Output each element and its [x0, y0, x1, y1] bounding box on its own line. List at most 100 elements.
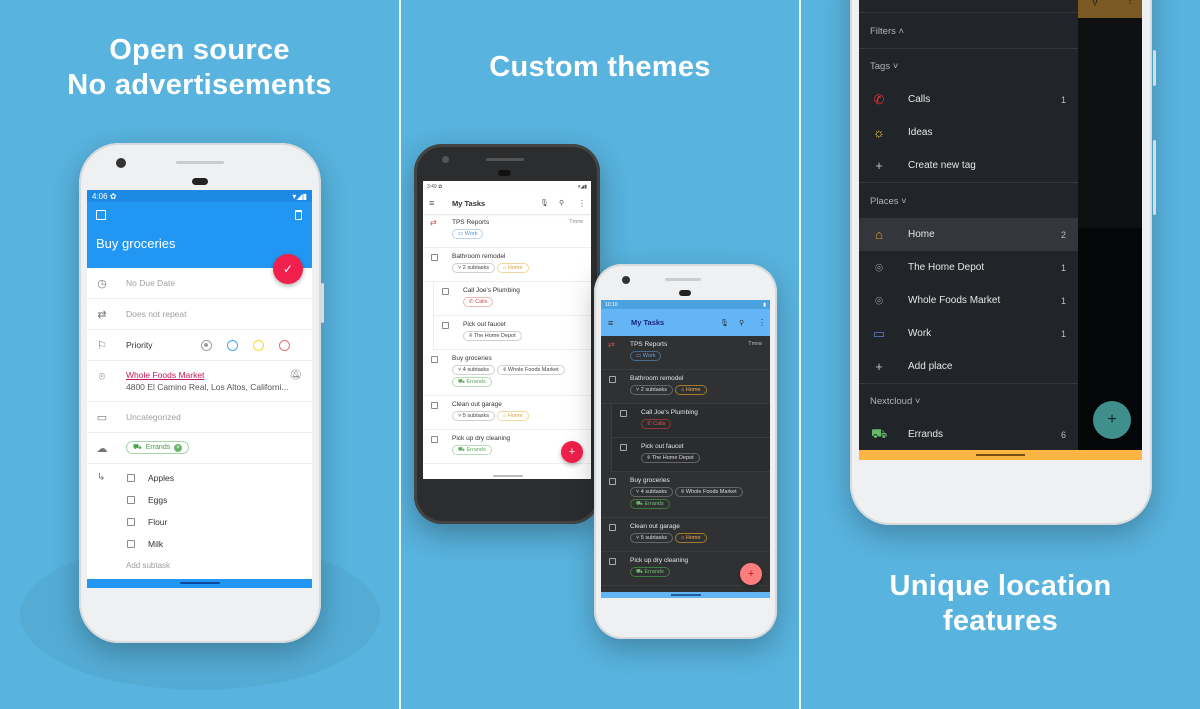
menu-icon[interactable]: ≡	[429, 198, 434, 208]
chip-work[interactable]: ▭ Work	[452, 229, 484, 239]
filters-section-header[interactable]: Filters ˄	[870, 26, 904, 37]
headline-line-2: No advertisements	[67, 69, 332, 101]
priority-high-radio[interactable]	[279, 339, 290, 351]
chip-sub[interactable]: ˅ 5 subtasks	[452, 411, 496, 421]
task-row[interactable]: ⇄ TPS Reports Tmrw ▭ Work	[601, 336, 770, 370]
chip-sub[interactable]: ˅ 2 subtasks	[452, 263, 496, 273]
task-row[interactable]: Clean out garage ˅ 5 subtasks ⌂ Home	[601, 518, 770, 552]
subtask-checkbox[interactable]	[127, 518, 135, 526]
chip-home[interactable]: ⌂ Home	[497, 411, 529, 421]
drawer-item-count: 6	[1060, 429, 1066, 440]
location-row[interactable]: ⌾ Whole Foods Market 4800 El Camino Real…	[87, 361, 312, 402]
drawer-item-calls[interactable]: ✆ Calls 1	[859, 83, 1078, 116]
nextcloud-section-header[interactable]: Nextcloud ˅	[870, 396, 920, 407]
chip-calls[interactable]: ✆ Calls	[463, 297, 494, 307]
chip-sub[interactable]: ˅ 5 subtasks	[630, 533, 674, 543]
priority-medium-radio[interactable]	[253, 339, 264, 351]
task-checkbox[interactable]	[609, 558, 616, 565]
briefcase-icon: ▭	[872, 325, 886, 341]
mic-icon[interactable]: 🎙︎	[540, 199, 549, 207]
drawer-item-whole-foods-market[interactable]: ⌾ Whole Foods Market 1	[859, 284, 1078, 317]
drawer-item-home[interactable]: ⌂ Home 2	[859, 218, 1078, 251]
drawer-item-ideas[interactable]: ☼ Ideas	[859, 116, 1078, 149]
task-row[interactable]: Pick out faucet ⌾ The Home Depot	[433, 316, 591, 350]
priority-low-radio[interactable]	[227, 339, 238, 351]
flag-icon: ⚐	[97, 339, 107, 352]
tags-section-header[interactable]: Tags ˅	[870, 61, 898, 72]
drawer-item-partial[interactable]: ▭	[859, 0, 1078, 12]
more-icon[interactable]: ⋮	[578, 199, 586, 208]
subtask-checkbox[interactable]	[127, 474, 135, 482]
due-date-label: No Due Date	[126, 278, 176, 288]
add-task-button[interactable]: +	[1093, 401, 1131, 439]
chip-errands[interactable]: ⛟ Errands	[452, 445, 492, 455]
chip-errands[interactable]: ⛟ Errands	[630, 499, 670, 509]
task-row[interactable]: Bathroom remodel ˅ 2 subtasks ⌂ Home	[423, 248, 591, 282]
task-row[interactable]: Bathroom remodel ˅ 2 subtasks ⌂ Home	[601, 370, 770, 404]
chip-errands[interactable]: ⛟ Errands	[630, 567, 670, 577]
chip-sub[interactable]: ˅ 4 subtasks	[452, 365, 496, 375]
chip-place[interactable]: ⌾ The Home Depot	[641, 453, 700, 463]
add-subtask-input[interactable]: Add subtask	[126, 561, 170, 570]
location-name[interactable]: Whole Foods Market	[126, 370, 204, 380]
task-checkbox[interactable]	[431, 254, 438, 261]
task-checkbox[interactable]	[431, 436, 438, 443]
chip-home[interactable]: ⌂ Home	[497, 263, 529, 273]
add-task-button[interactable]: +	[561, 441, 583, 463]
task-checkbox[interactable]	[431, 402, 438, 409]
drawer-item-create-new-tag[interactable]: + Create new tag	[859, 149, 1078, 182]
chip-home[interactable]: ⌂ Home	[675, 385, 707, 395]
search-icon[interactable]: ⚲	[559, 199, 564, 207]
drawer-item-errands[interactable]: ⛟ Errands 6	[859, 418, 1078, 451]
chip-place[interactable]: ⌾ The Home Depot	[463, 331, 522, 341]
task-checkbox[interactable]	[442, 288, 449, 295]
task-checkbox[interactable]	[609, 376, 616, 383]
chip-sub[interactable]: ˅ 4 subtasks	[630, 487, 674, 497]
add-task-button[interactable]: +	[740, 563, 762, 585]
task-row[interactable]: Buy groceries ˅ 4 subtasks ⌾ Whole Foods M…	[601, 472, 770, 518]
task-checkbox[interactable]	[609, 524, 616, 531]
drawer-item-add-place[interactable]: + Add place	[859, 350, 1078, 383]
chip-work[interactable]: ▭ Work	[630, 351, 662, 361]
task-checkbox[interactable]	[620, 444, 627, 451]
delete-icon[interactable]	[295, 210, 302, 220]
task-row[interactable]: ⇄ TPS Reports Tmrw ▭ Work	[423, 214, 591, 248]
drawer-item-label: Home	[908, 229, 935, 240]
subtask-checkbox[interactable]	[127, 540, 135, 548]
chip-home[interactable]: ⌂ Home	[675, 533, 707, 543]
priority-none-radio[interactable]	[201, 339, 212, 351]
task-row[interactable]: Clean out garage ˅ 5 subtasks ⌂ Home	[423, 396, 591, 430]
drawer-item-label: The Home Depot	[908, 262, 985, 273]
drawer-item-work[interactable]: ▭ Work 1	[859, 317, 1078, 350]
search-icon[interactable]: ⚲	[739, 319, 744, 327]
places-section-header[interactable]: Places ˅	[870, 196, 907, 207]
home-indicator[interactable]	[180, 582, 220, 584]
repeat-row[interactable]: ⇄ Does not repeat	[87, 299, 312, 330]
drawer-item-the-home-depot[interactable]: ⌾ The Home Depot 1	[859, 251, 1078, 284]
chip-errands[interactable]: ⛟ Errands	[452, 377, 492, 387]
task-row[interactable]: Call Joe's Plumbing ✆ Calls	[611, 404, 770, 438]
task-row[interactable]: Call Joe's Plumbing ✆ Calls	[433, 282, 591, 316]
task-checkbox[interactable]	[431, 356, 438, 363]
menu-icon[interactable]: ≡	[608, 318, 613, 328]
task-title[interactable]: Buy groceries	[96, 236, 175, 251]
priority-row: ⚐ Priority	[87, 330, 312, 361]
chip-calls[interactable]: ✆ Calls	[641, 419, 672, 429]
task-checkbox[interactable]	[442, 322, 449, 329]
remove-chip-icon[interactable]: ×	[174, 443, 183, 452]
more-icon[interactable]: ⋮	[758, 318, 766, 327]
save-icon[interactable]	[96, 210, 106, 220]
chip-place[interactable]: ⌾ Whole Foods Market	[497, 365, 565, 375]
task-row[interactable]: Pick out faucet ⌾ The Home Depot	[611, 438, 770, 472]
chip-place[interactable]: ⌾ Whole Foods Market	[675, 487, 743, 497]
task-checkbox[interactable]	[620, 410, 627, 417]
task-checkbox[interactable]	[609, 478, 616, 485]
chip-sub[interactable]: ˅ 2 subtasks	[630, 385, 674, 395]
mic-icon[interactable]: 🎙︎	[720, 319, 729, 327]
category-row[interactable]: ▭ Uncategorized	[87, 402, 312, 433]
task-row[interactable]: Buy groceries ˅ 4 subtasks ⌾ Whole Foods M…	[423, 350, 591, 396]
subtask-checkbox[interactable]	[127, 496, 135, 504]
notifications-off-icon[interactable]: 🔕︎	[289, 370, 302, 381]
list-chip-errands[interactable]: ⛟ Errands ×	[126, 441, 190, 454]
due-date-row[interactable]: ◷ No Due Date	[87, 268, 312, 299]
